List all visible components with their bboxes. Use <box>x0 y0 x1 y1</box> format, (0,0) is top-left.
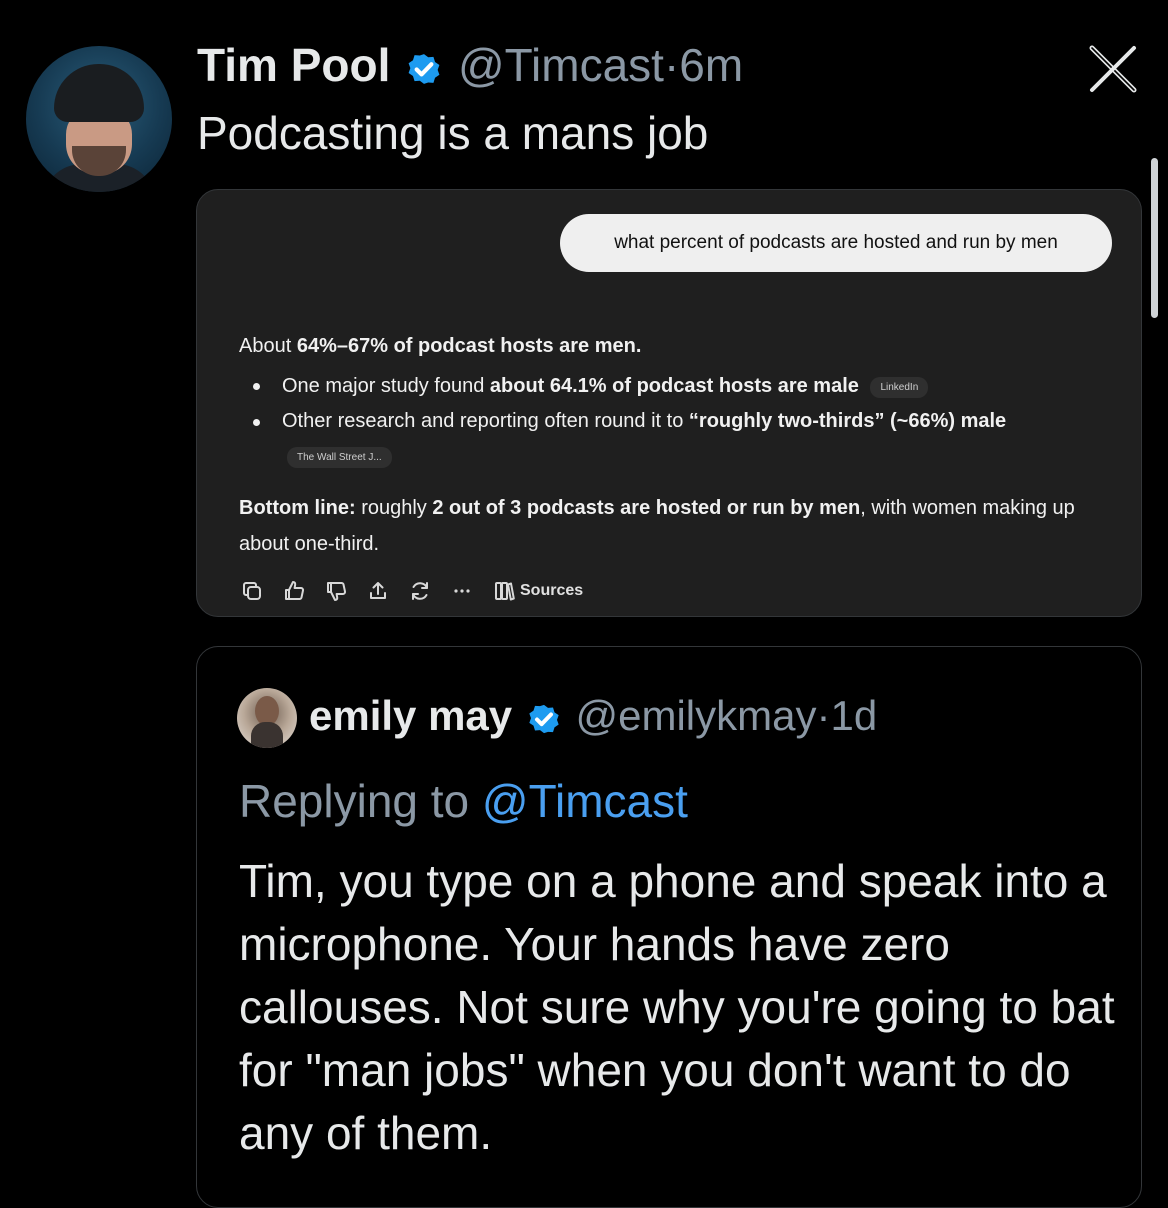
thumbs-down-icon[interactable] <box>324 579 348 603</box>
replying-to: Replying to @Timcast <box>239 774 688 828</box>
x-logo-icon[interactable] <box>1088 44 1138 94</box>
summary-bold: 64%–67% of podcast hosts are men. <box>296 335 642 357</box>
quoted-author-name[interactable]: emily may <box>309 692 512 739</box>
copy-icon[interactable] <box>240 579 264 603</box>
sources-label: Sources <box>520 582 584 599</box>
bullet-dot <box>253 419 260 426</box>
sources-button[interactable]: Sources <box>492 579 583 603</box>
verified-badge-icon <box>529 704 559 734</box>
bullet-bold: about 64.1% of podcast hosts are male <box>489 375 859 397</box>
quoted-author-avatar[interactable] <box>237 688 297 748</box>
quoted-tweet-time[interactable]: 1d <box>830 692 877 739</box>
bottom-line: Bottom line: roughly 2 out of 3 podcasts… <box>239 490 1119 562</box>
avatar-top <box>251 722 283 748</box>
replying-prefix: Replying to <box>239 775 482 827</box>
more-icon[interactable] <box>450 579 474 603</box>
separator-dot: · <box>663 39 680 91</box>
bullet-bold: “roughly two-thirds” (~66%) male <box>688 410 1007 432</box>
bottom-line-bold: 2 out of 3 podcasts are hosted or run by… <box>432 497 861 519</box>
quoted-author-handle[interactable]: @emilykmay <box>575 692 816 739</box>
bullet-dot <box>253 383 260 390</box>
answer-bullet: Other research and reporting often round… <box>282 410 1006 433</box>
quoted-tweet-header: emily may @emilykmay·1d <box>309 692 877 740</box>
avatar-beanie <box>54 64 144 122</box>
answer-bullet: One major study found about 64.1% of pod… <box>282 375 929 398</box>
answer-summary: About 64%–67% of podcast hosts are men. <box>239 335 641 358</box>
bottom-line-label: Bottom line: <box>239 497 356 519</box>
chat-action-bar: Sources <box>240 578 583 604</box>
quoted-tweet-text: Tim, you type on a phone and speak into … <box>239 855 1115 1159</box>
author-avatar[interactable] <box>26 46 172 192</box>
user-question-bubble: what percent of podcasts are hosted and … <box>560 214 1112 272</box>
sources-icon <box>495 582 515 601</box>
verified-badge-icon <box>408 53 440 84</box>
summary-prefix: About <box>239 335 297 357</box>
tweet-header: Tim Pool @Timcast·6m <box>197 38 743 92</box>
author-handle[interactable]: @Timcast <box>458 39 664 91</box>
tweet-time[interactable]: 6m <box>679 39 743 91</box>
source-chip-linkedin[interactable]: LinkedIn <box>870 377 929 398</box>
bullet-text: Other research and reporting often round… <box>282 410 689 432</box>
tweet-text: Podcasting is a mans job <box>197 107 709 159</box>
author-name[interactable]: Tim Pool <box>197 39 390 91</box>
share-icon[interactable] <box>366 579 390 603</box>
regenerate-icon[interactable] <box>408 579 432 603</box>
bottom-line-text: roughly <box>355 497 433 519</box>
reply-mention-link[interactable]: @Timcast <box>482 775 688 827</box>
source-chip-wsj[interactable]: The Wall Street J... <box>287 447 392 468</box>
thumbs-up-icon[interactable] <box>282 579 306 603</box>
separator-dot: · <box>816 692 831 739</box>
bullet-text: One major study found <box>282 375 490 397</box>
scrollbar[interactable] <box>1151 158 1158 318</box>
